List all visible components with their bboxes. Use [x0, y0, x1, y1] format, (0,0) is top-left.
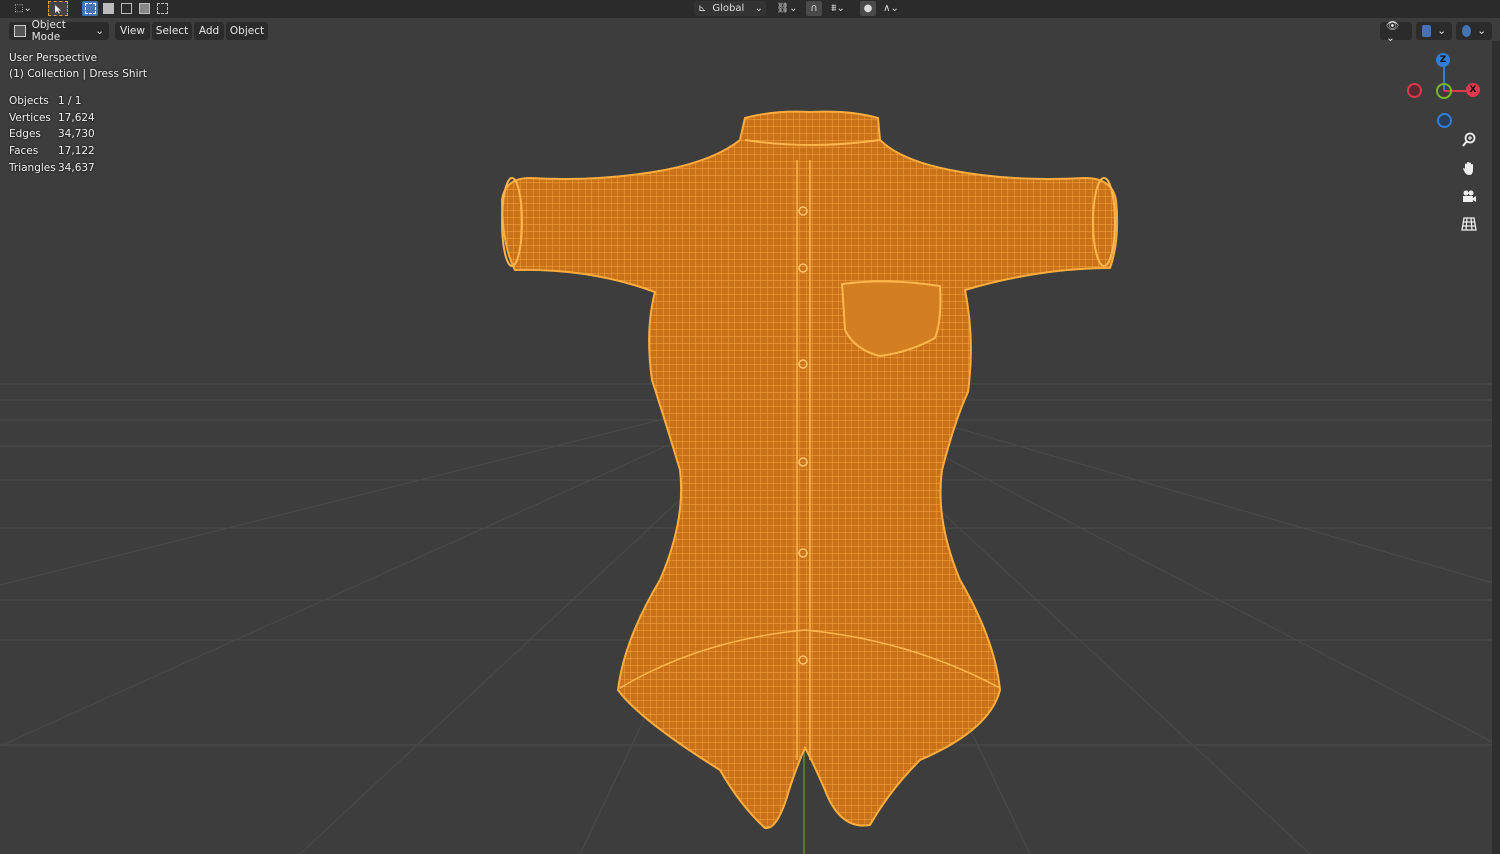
- select-mode-new-icon[interactable]: [82, 1, 98, 16]
- object-mode-label: Object Mode: [31, 19, 66, 43]
- stat-value: 17,122: [58, 145, 95, 158]
- stat-row: Faces 17,122: [9, 145, 95, 162]
- viewport-header: Object Mode ⌄ View Select Add Object 👁⌄ …: [0, 19, 1500, 44]
- select-cursor-icon[interactable]: [48, 1, 68, 16]
- gizmo-toggle-icon[interactable]: ⌄: [1416, 22, 1452, 40]
- stat-value: 17,624: [58, 111, 95, 124]
- axis-y-icon[interactable]: [1436, 83, 1452, 99]
- stat-label: Objects: [9, 95, 49, 107]
- select-mode-subtract-icon[interactable]: [118, 1, 134, 16]
- 3d-viewport[interactable]: ⬚⌄ ⊾ Global ⌄ ⛓⌄ ∩ ⩩⌄ ● ∧⌄ Object Mode ⌄…: [0, 0, 1500, 854]
- transform-orientation-label: Global: [712, 3, 745, 14]
- view-name: User Perspective: [9, 52, 98, 64]
- sidebar-edge[interactable]: [1492, 41, 1500, 854]
- object-mode-icon: [14, 25, 26, 37]
- viewport-scene[interactable]: [0, 0, 1500, 854]
- zoom-icon[interactable]: [1458, 129, 1480, 151]
- axis-neg-z-icon[interactable]: [1437, 113, 1452, 128]
- snap-target-icon[interactable]: ⩩⌄: [824, 1, 852, 16]
- axis-x-icon[interactable]: X: [1466, 83, 1480, 97]
- transform-orientation-select[interactable]: ⊾ Global ⌄: [694, 1, 766, 16]
- overlay-icon[interactable]: ⌄: [1456, 22, 1492, 40]
- axis-neg-x-icon[interactable]: [1407, 83, 1422, 98]
- stat-label: Edges: [9, 128, 41, 141]
- chevron-down-icon: ⌄: [95, 25, 104, 37]
- menu-select[interactable]: Select: [152, 22, 192, 40]
- object-mode-select[interactable]: Object Mode ⌄: [9, 19, 109, 43]
- transform-orientation-icon: ⊾: [698, 3, 707, 14]
- pivot-icon[interactable]: ⛓⌄: [774, 1, 800, 16]
- snap-icon[interactable]: ∩: [806, 1, 822, 16]
- chevron-down-icon: ⌄: [754, 3, 763, 14]
- select-mode-intersect-icon[interactable]: [154, 1, 170, 16]
- stat-label: Triangles: [9, 161, 56, 174]
- select-mode-difference-icon[interactable]: [136, 1, 152, 16]
- stat-value: 34,637: [58, 161, 95, 174]
- select-mode-extend-icon[interactable]: [100, 1, 116, 16]
- axis-z-label: Z: [1439, 55, 1447, 65]
- stat-label: Faces: [9, 145, 39, 158]
- menu-object[interactable]: Object: [226, 22, 268, 40]
- tool-header: ⬚⌄ ⊾ Global ⌄ ⛓⌄ ∩ ⩩⌄ ● ∧⌄: [0, 0, 1500, 18]
- hand-pan-icon[interactable]: [1458, 157, 1480, 179]
- menu-add[interactable]: Add: [194, 22, 224, 40]
- axis-z-icon[interactable]: Z: [1436, 53, 1450, 67]
- editor-type-icon[interactable]: ⬚⌄: [10, 1, 36, 16]
- stat-row: Edges 34,730: [9, 128, 95, 145]
- stat-value: 1 / 1: [58, 95, 82, 107]
- dress-shirt-mesh[interactable]: [490, 100, 1130, 840]
- falloff-icon[interactable]: ∧⌄: [878, 1, 904, 16]
- camera-icon[interactable]: [1458, 185, 1480, 207]
- grid-view-icon[interactable]: [1458, 213, 1480, 235]
- stat-row: Objects 1 / 1: [9, 95, 95, 112]
- stat-row: Vertices 17,624: [9, 112, 95, 129]
- proportional-edit-icon[interactable]: ●: [860, 1, 876, 16]
- stat-row: Triangles 34,637: [9, 162, 95, 179]
- stat-value: 34,730: [58, 128, 95, 141]
- stat-label: Vertices: [9, 111, 51, 124]
- scene-statistics: Objects 1 / 1 Vertices 17,624 Edges 34,730 …: [9, 95, 95, 178]
- menu-view[interactable]: View: [115, 22, 150, 40]
- axis-x-label: X: [1469, 85, 1477, 95]
- collection-line: (1) Collection | Dress Shirt: [9, 68, 147, 80]
- visibility-icon[interactable]: 👁⌄: [1380, 20, 1412, 44]
